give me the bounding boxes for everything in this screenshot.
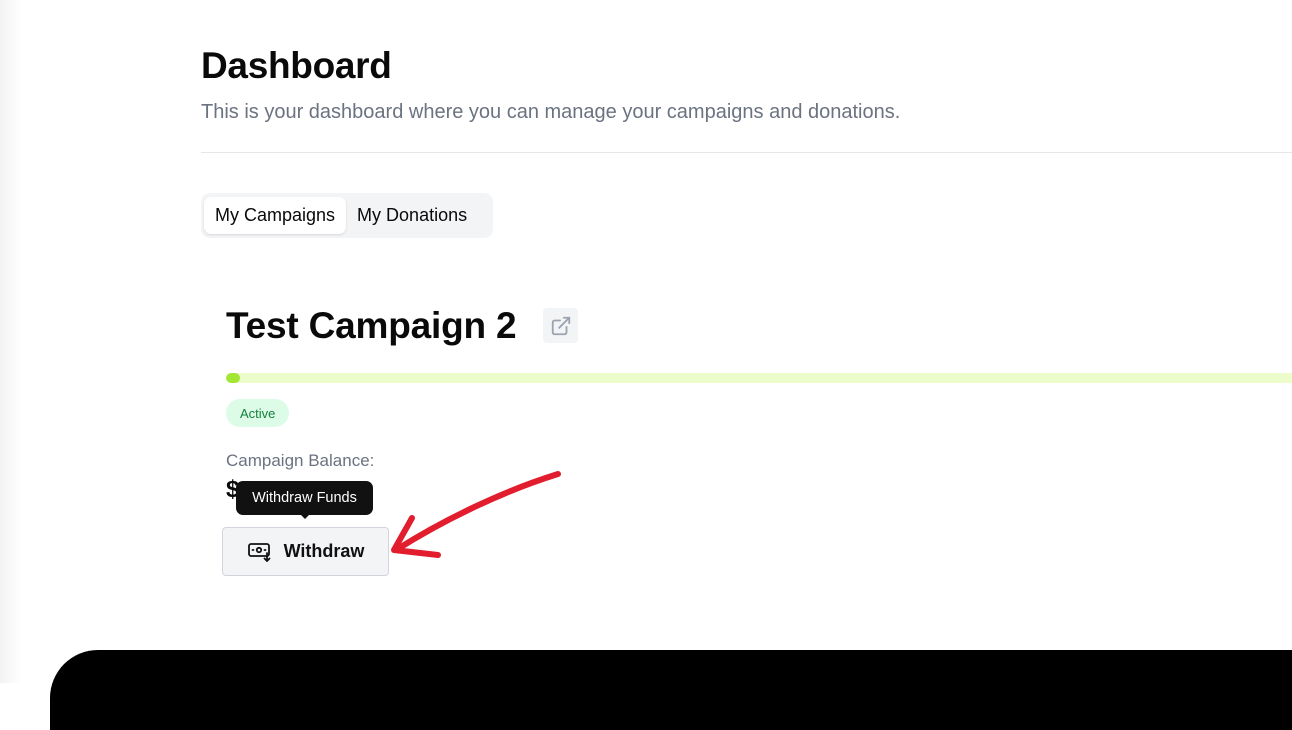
page-subtitle: This is your dashboard where you can man…: [201, 101, 901, 123]
tab-my-donations[interactable]: My Donations: [346, 197, 478, 234]
withdraw-button-label: Withdraw: [283, 541, 365, 561]
campaign-progress-bar: [226, 373, 1292, 383]
annotation-arrow: [391, 471, 561, 558]
header-divider: [201, 152, 1292, 153]
money-withdraw-icon: [247, 542, 270, 562]
footer-bar: [50, 650, 1292, 730]
status-badge: Active: [226, 399, 290, 427]
withdraw-tooltip: Withdraw Funds: [236, 481, 373, 515]
page-title: Dashboard: [201, 45, 392, 86]
sidebar-edge: [0, 0, 22, 683]
tab-list: My Campaigns My Donations: [201, 193, 493, 238]
tab-my-campaigns[interactable]: My Campaigns: [204, 197, 347, 234]
campaign-progress-fill: [226, 373, 240, 383]
external-link-button[interactable]: [543, 308, 578, 343]
withdraw-button[interactable]: Withdraw: [222, 527, 389, 576]
tooltip-arrow: [299, 513, 311, 519]
external-link-icon: [551, 316, 570, 335]
campaign-title: Test Campaign 2: [226, 305, 517, 346]
balance-label: Campaign Balance:: [226, 451, 375, 470]
